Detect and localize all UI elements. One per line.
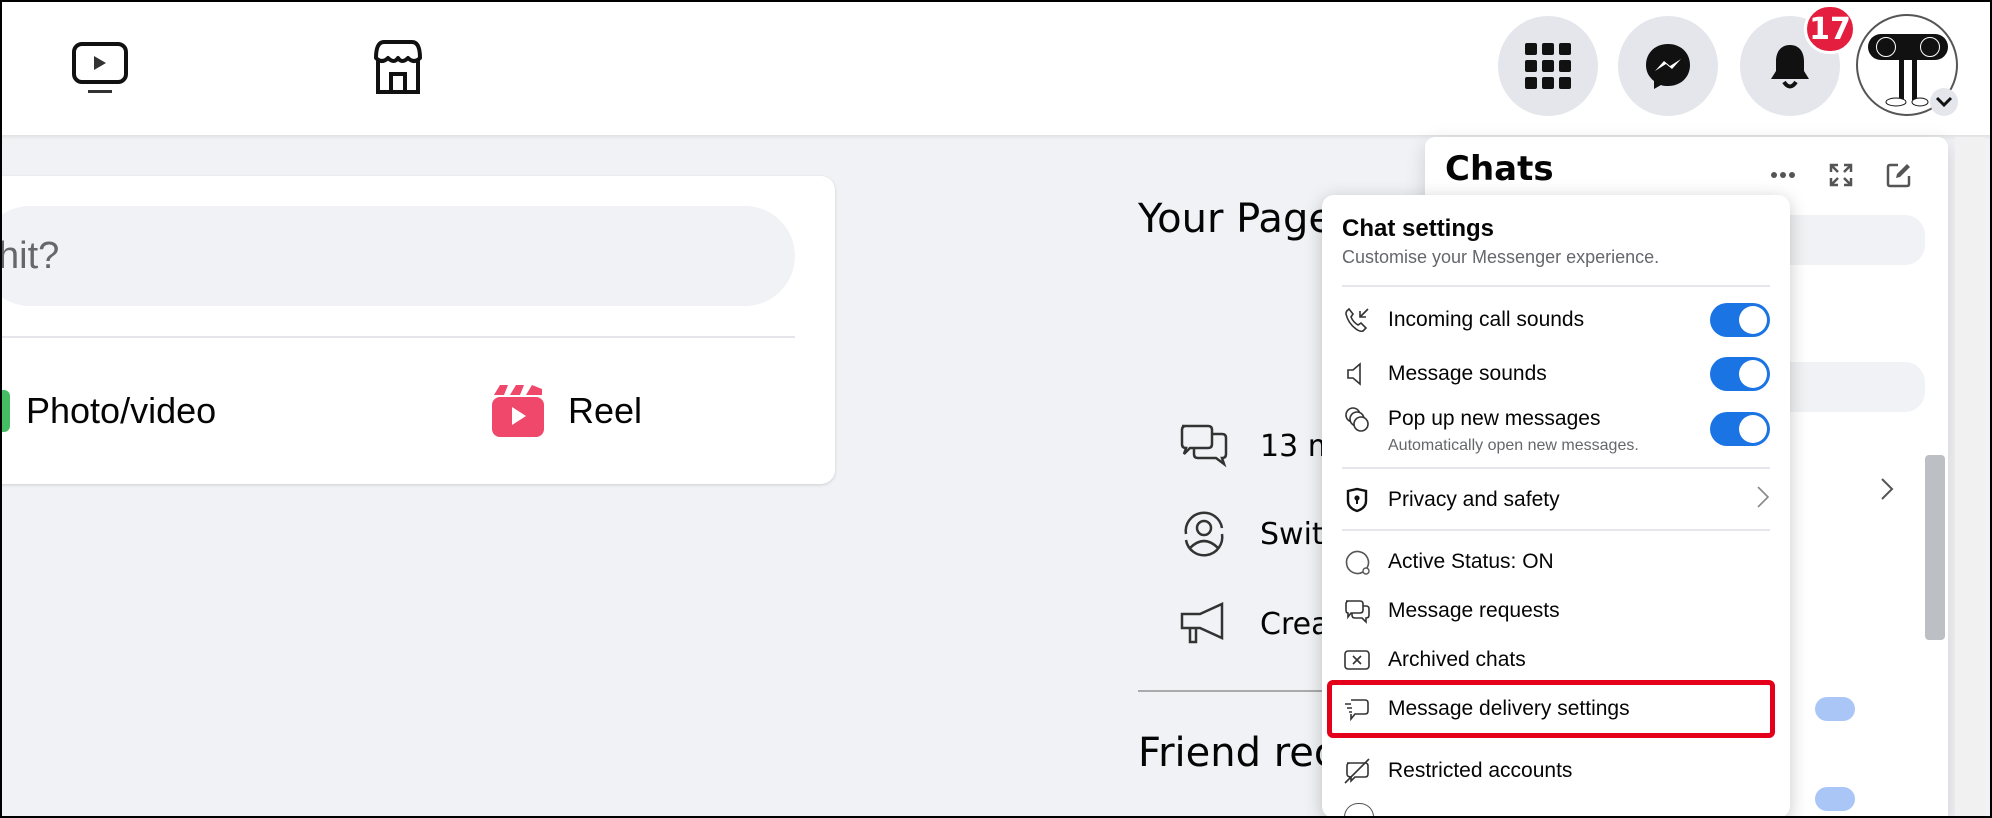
menu-divider <box>1342 285 1770 287</box>
menu-divider <box>1342 467 1770 469</box>
new-message-button[interactable] <box>1881 157 1917 193</box>
expand-button[interactable] <box>1823 157 1859 193</box>
photo-video-icon <box>0 390 10 432</box>
menu-divider <box>1342 529 1770 531</box>
chevron-right-icon <box>1756 485 1770 515</box>
archived-chats-item[interactable]: Archived chats <box>1342 638 1770 682</box>
switch-profile-label: Swit <box>1260 516 1324 552</box>
create-promotion-label: Crea <box>1260 606 1330 642</box>
message-sounds-item[interactable]: Message sounds <box>1342 352 1770 396</box>
incoming-call-sounds-label: Incoming call sounds <box>1388 308 1585 331</box>
pop-up-new-messages-item[interactable]: Pop up new messages Automatically open n… <box>1342 395 1770 454</box>
privacy-and-safety-label: Privacy and safety <box>1388 488 1560 511</box>
whats-on-your-mind-input[interactable]: hit? <box>0 206 795 306</box>
message-requests-icon <box>1342 596 1372 626</box>
menu-grid-button[interactable] <box>1498 16 1598 116</box>
composer-placeholder: hit? <box>0 235 60 277</box>
message-sounds-toggle[interactable] <box>1710 357 1770 391</box>
message-requests-item[interactable]: Message requests <box>1342 589 1770 633</box>
messages-icon <box>1180 424 1228 468</box>
messenger-button[interactable] <box>1618 16 1718 116</box>
archive-icon <box>1342 645 1372 675</box>
restricted-accounts-item[interactable]: Restricted accounts <box>1342 749 1770 793</box>
messenger-icon <box>1646 44 1690 89</box>
message-delivery-settings-item[interactable]: Message delivery settings <box>1342 687 1770 731</box>
menu-grid-icon <box>1525 43 1571 89</box>
pop-up-new-messages-label: Pop up new messages <box>1388 407 1601 430</box>
account-menu-chevron-icon[interactable] <box>1930 88 1958 116</box>
megaphone-icon <box>1180 602 1224 644</box>
chats-scrollbar-thumb[interactable] <box>1925 455 1945 640</box>
pop-up-new-messages-toggle[interactable] <box>1710 412 1770 446</box>
incoming-call-icon <box>1342 305 1372 335</box>
privacy-and-safety-item[interactable]: Privacy and safety <box>1342 478 1770 522</box>
restricted-accounts-label: Restricted accounts <box>1388 759 1573 782</box>
restricted-icon <box>1342 756 1372 786</box>
marketplace-icon[interactable] <box>368 38 428 98</box>
message-sounds-label: Message sounds <box>1388 362 1547 385</box>
create-promotion-row[interactable]: Crea <box>1178 598 1329 650</box>
expand-icon <box>1829 163 1853 187</box>
photo-video-label: Photo/video <box>26 390 217 431</box>
photo-video-button[interactable]: Photo/video <box>0 376 216 446</box>
notification-count-badge: 17 <box>1804 4 1856 54</box>
more-options-icon <box>1771 172 1795 178</box>
chat-settings-menu: Chat settings Customise your Messenger e… <box>1322 195 1790 818</box>
partially-visible-item-icon <box>1344 803 1374 818</box>
unread-dot <box>1815 697 1855 721</box>
pop-up-new-messages-sublabel: Automatically open new messages. <box>1388 437 1639 454</box>
chevron-right-icon[interactable] <box>1880 477 1894 505</box>
page-scrollbar[interactable] <box>1955 137 1985 818</box>
switch-profile-row[interactable]: Swit <box>1178 508 1324 560</box>
chat-settings-subtitle: Customise your Messenger experience. <box>1342 247 1660 267</box>
archived-chats-label: Archived chats <box>1388 648 1526 671</box>
reel-icon <box>492 385 544 437</box>
your-pages-heading: Your Page <box>1138 196 1333 242</box>
chat-settings-title: Chat settings <box>1342 215 1495 242</box>
post-composer-card: hit? Photo/video Reel <box>0 176 835 484</box>
right-column-divider <box>1138 690 1328 692</box>
active-status-label: Active Status: ON <box>1388 550 1554 573</box>
active-status-item[interactable]: Active Status: ON <box>1342 540 1770 584</box>
shield-icon <box>1342 485 1372 515</box>
friend-requests-heading: Friend rec <box>1138 730 1336 776</box>
new-message-icon <box>1886 163 1911 188</box>
popup-bubbles-icon <box>1342 404 1372 434</box>
incoming-call-sounds-toggle[interactable] <box>1710 303 1770 337</box>
page-messages-row[interactable]: 13 m <box>1178 420 1337 472</box>
incoming-call-sounds-item[interactable]: Incoming call sounds <box>1342 298 1770 342</box>
video-icon[interactable] <box>70 38 130 98</box>
delivery-settings-icon <box>1342 694 1372 724</box>
reel-button[interactable]: Reel <box>490 376 642 446</box>
switch-profile-icon <box>1184 511 1224 557</box>
message-requests-label: Message requests <box>1388 599 1560 622</box>
active-status-icon <box>1342 547 1372 577</box>
more-options-button[interactable] <box>1765 157 1801 193</box>
reel-label: Reel <box>568 390 643 431</box>
top-navigation-bar: 17 <box>0 0 1992 135</box>
unread-dot <box>1815 787 1855 811</box>
speaker-icon <box>1342 359 1372 389</box>
composer-divider <box>0 336 795 338</box>
chats-title: Chats <box>1445 149 1554 189</box>
message-delivery-settings-label: Message delivery settings <box>1388 697 1630 720</box>
notifications-bell-icon <box>1771 45 1809 89</box>
